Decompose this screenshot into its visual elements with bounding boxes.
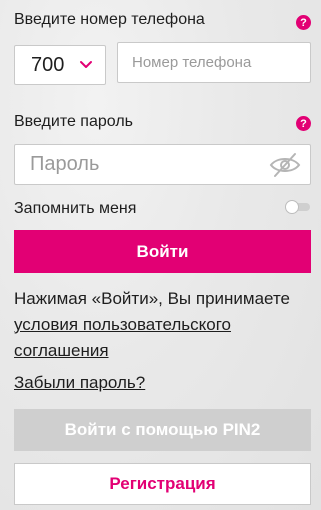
country-code-value: 700 xyxy=(31,53,65,76)
country-code-select[interactable]: 700 xyxy=(14,45,106,85)
login-button[interactable]: Войти xyxy=(14,230,311,273)
remember-toggle[interactable] xyxy=(285,200,311,214)
eye-crossed-icon[interactable] xyxy=(269,152,301,178)
terms-link[interactable]: условия пользовательского соглашения xyxy=(14,315,231,360)
password-help-icon[interactable]: ? xyxy=(296,116,311,131)
password-placeholder: Пароль xyxy=(30,153,100,175)
password-label: Введите пароль xyxy=(14,113,133,130)
register-button[interactable]: Регистрация xyxy=(14,463,311,505)
phone-number-placeholder: Номер телефона xyxy=(132,54,252,71)
remember-toggle-knob xyxy=(285,200,299,214)
password-input[interactable]: Пароль xyxy=(14,144,311,185)
forgot-password-link[interactable]: Забыли пароль? xyxy=(14,373,145,393)
remember-label: Запомнить меня xyxy=(14,200,137,217)
phone-label: Введите номер телефона xyxy=(14,11,205,28)
chevron-down-icon xyxy=(80,61,92,68)
phone-number-input[interactable]: Номер телефона xyxy=(117,42,311,83)
phone-help-icon[interactable]: ? xyxy=(296,15,311,30)
terms-prefix: Нажимая «Войти», Вы принимаете xyxy=(14,289,291,308)
terms-text: Нажимая «Войти», Вы принимаете условия п… xyxy=(14,286,314,364)
pin2-login-button[interactable]: Войти с помощью PIN2 xyxy=(14,409,311,451)
